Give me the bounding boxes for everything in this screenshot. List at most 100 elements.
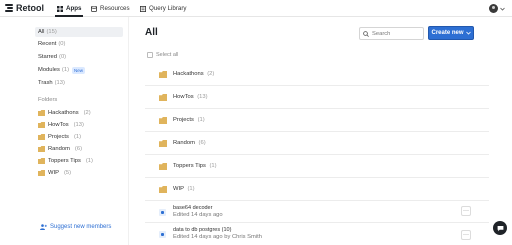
sidebar-divider: [128, 17, 129, 245]
tab-query-library[interactable]: Query Library: [140, 3, 186, 14]
suggest-new-members-label: Suggest new members: [50, 224, 112, 230]
tab-query-library-label: Query Library: [149, 5, 187, 12]
sidebar-folder-hackathons[interactable]: Hackathons (2): [38, 108, 91, 118]
chevron-down-icon: [465, 31, 471, 35]
folder-icon: [38, 158, 45, 164]
sidebar-item-label: Starred: [38, 54, 58, 60]
folder-icon: [38, 146, 45, 152]
folder-row-name: Projects (1): [173, 117, 205, 123]
app-icon: [159, 209, 166, 216]
sidebar-folder-label: Toppers Tips: [48, 158, 81, 164]
sidebar-item-starred[interactable]: Starred (0): [35, 52, 123, 62]
more-options-icon: ···: [463, 232, 469, 238]
folder-icon: [38, 170, 45, 176]
app-name: data to db postgres (10): [173, 227, 232, 233]
folder-row-random[interactable]: Random (6): [145, 132, 489, 155]
chat-support-button[interactable]: [493, 221, 507, 235]
more-options-button[interactable]: ···: [461, 206, 471, 216]
top-navigation-bar: Retool Apps Resources Query Library: [0, 0, 512, 17]
folder-icon: [38, 110, 45, 116]
select-all-checkbox[interactable]: [147, 52, 153, 58]
folder-icon: [159, 94, 167, 101]
folder-row-name: Random (6): [173, 140, 206, 146]
app-icon: [159, 231, 166, 238]
folder-row-howtos[interactable]: HowTos (13): [145, 86, 489, 109]
folder-row-name: WIP (1): [173, 186, 195, 192]
sidebar-folder-count: (2): [83, 110, 91, 116]
app-edited-meta: Edited 14 days ago by Chris Smith: [173, 234, 262, 240]
tab-apps-label: Apps: [66, 5, 82, 12]
search-field[interactable]: [359, 27, 424, 40]
sidebar-item-label: Recent: [38, 41, 57, 47]
avatar: [489, 4, 498, 13]
folder-row-toppers-tips[interactable]: Toppers Tips (1): [145, 155, 489, 178]
sidebar-item-trash[interactable]: Trash (13): [35, 78, 123, 88]
folder-row-name: Toppers Tips (1): [173, 163, 217, 169]
suggest-new-members-link[interactable]: Suggest new members: [40, 224, 111, 230]
create-new-button[interactable]: Create new: [428, 26, 474, 40]
sidebar-folder-wip[interactable]: WIP (5): [38, 168, 71, 178]
sidebar-folder-toppers-tips[interactable]: Toppers Tips (1): [38, 156, 93, 166]
sidebar-folder-label: Projects: [48, 134, 69, 140]
tab-resources-label: Resources: [100, 5, 130, 12]
folder-row-name: Hackathons (2): [173, 71, 215, 77]
folder-row-name: HowTos (13): [173, 94, 208, 100]
folder-icon: [38, 134, 45, 140]
more-options-icon: ···: [463, 208, 469, 214]
folder-row-wip[interactable]: WIP (1): [145, 178, 489, 201]
sidebar-folder-label: Random: [48, 146, 70, 152]
retool-logo[interactable]: Retool: [5, 3, 44, 13]
sidebar-folder-label: HowTos: [48, 122, 69, 128]
app-edited-meta: Edited 14 days ago: [173, 212, 223, 218]
retool-logo-icon: [5, 3, 13, 13]
folder-icon: [159, 71, 167, 78]
sidebar-folder-label: WIP: [48, 170, 59, 176]
app-name: base64 decoder: [173, 205, 213, 211]
app-row[interactable]: base64 decoder Edited 14 days ago ···: [145, 201, 489, 223]
sidebar-folder-howtos[interactable]: HowTos (13): [38, 120, 84, 130]
folder-row-hackathons[interactable]: Hackathons (2): [145, 62, 489, 86]
sidebar-folder-count: (1): [73, 134, 82, 140]
sidebar-item-all[interactable]: All (15): [35, 27, 123, 37]
sidebar-item-label: All: [38, 29, 45, 35]
tab-apps[interactable]: Apps: [57, 3, 81, 14]
chat-icon: [497, 225, 503, 231]
sidebar-item-modules[interactable]: Modules (1) New: [35, 65, 123, 75]
database-icon: [91, 5, 97, 12]
sidebar-folder-count: (5): [63, 170, 72, 176]
query-library-icon: [140, 5, 146, 12]
sidebar-folder-random[interactable]: Random (6): [38, 144, 82, 154]
sidebar-item-count: (1): [61, 67, 70, 73]
sidebar-item-count: (13): [54, 80, 65, 86]
apps-grid-icon: [57, 5, 63, 12]
sidebar-item-label: Modules: [38, 67, 60, 73]
sidebar-folder-label: Hackathons: [48, 110, 79, 116]
sidebar-folder-count: (1): [85, 158, 93, 164]
page-title: All: [145, 27, 158, 38]
folder-icon: [159, 186, 167, 193]
sidebar-folder-count: (6): [74, 146, 83, 152]
more-options-button[interactable]: ···: [461, 230, 471, 240]
tab-resources[interactable]: Resources: [91, 3, 130, 14]
sidebar-folder-count: (13): [73, 122, 84, 128]
sidebar-folder-projects[interactable]: Projects (1): [38, 132, 81, 142]
select-all[interactable]: Select all: [147, 52, 178, 58]
folder-icon: [159, 117, 167, 124]
folder-icon: [38, 122, 45, 128]
add-user-icon: [40, 224, 47, 230]
app-row[interactable]: data to db postgres (10) Edited 14 days …: [145, 223, 489, 245]
select-all-label: Select all: [156, 52, 179, 58]
user-menu[interactable]: [489, 4, 505, 13]
brand-name: Retool: [16, 3, 44, 13]
sidebar-item-label: Trash: [38, 80, 53, 86]
sidebar-item-recent[interactable]: Recent (0): [35, 39, 123, 49]
create-new-label: Create new: [431, 30, 464, 36]
folder-icon: [159, 140, 167, 147]
sidebar-item-count: (15): [46, 29, 57, 35]
chevron-down-icon: [500, 7, 505, 11]
folder-row-projects[interactable]: Projects (1): [145, 109, 489, 132]
search-input[interactable]: [372, 30, 422, 37]
folders-heading: Folders: [38, 97, 58, 103]
folder-icon: [159, 163, 167, 170]
sidebar-item-count: (0): [58, 41, 66, 47]
